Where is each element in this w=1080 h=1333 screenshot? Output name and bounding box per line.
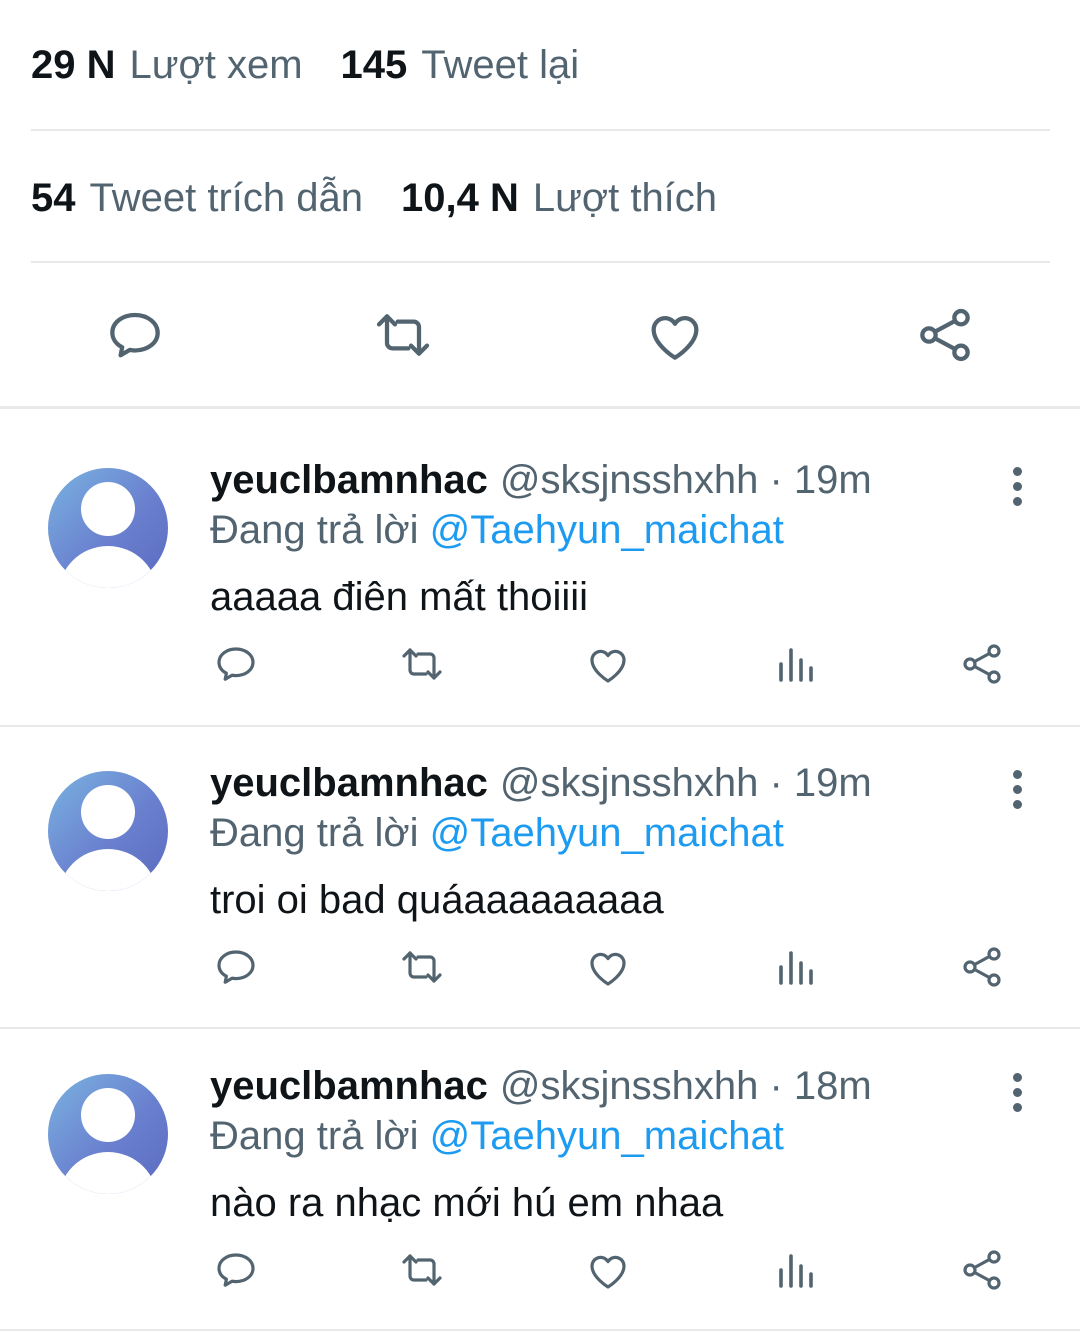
retweets-count[interactable]: 145	[341, 43, 408, 88]
like-icon	[651, 316, 699, 360]
reply-actions	[0, 1242, 1080, 1302]
retweet-button[interactable]	[368, 300, 438, 370]
tweet-text: nào ra nhạc mới hú em nhaa	[210, 1181, 724, 1225]
more-options-icon[interactable]	[1000, 456, 1034, 516]
reply-header: yeuclbamnhac @sksjnsshxhh · 19m	[210, 458, 872, 503]
share-button[interactable]	[910, 300, 980, 370]
replying-prefix: Đang trả lời	[210, 811, 419, 855]
analytics-icon	[779, 951, 813, 985]
analytics-icon	[779, 648, 813, 682]
avatar[interactable]	[48, 468, 168, 588]
display-name[interactable]: yeuclbamnhac	[210, 761, 488, 805]
reply-actions	[0, 939, 1080, 999]
divider	[31, 129, 1050, 131]
reply-button[interactable]	[208, 1242, 264, 1298]
reply-header: yeuclbamnhac @sksjnsshxhh · 18m	[210, 1064, 872, 1109]
stats-row-views-retweets: 29 N Lượt xem 145 Tweet lại	[31, 30, 617, 100]
replying-prefix: Đang trả lời	[210, 1114, 419, 1158]
retweet-icon	[376, 314, 430, 356]
reply-header: yeuclbamnhac @sksjnsshxhh · 19m	[210, 761, 872, 806]
stats-row-quotes-likes: 54 Tweet trích dẫn 10,4 N Lượt thích	[31, 163, 755, 233]
reply-tweet[interactable]: yeuclbamnhac @sksjnsshxhh · 18m Đang trả …	[0, 1014, 1080, 1314]
analytics-button[interactable]	[767, 636, 823, 692]
retweets-label[interactable]: Tweet lại	[421, 43, 579, 88]
quotes-label[interactable]: Tweet trích dẫn	[90, 176, 363, 221]
like-button[interactable]	[640, 300, 710, 370]
reply-button[interactable]	[208, 636, 264, 692]
retweet-button[interactable]	[394, 939, 450, 995]
avatar[interactable]	[48, 771, 168, 891]
retweet-icon	[402, 1254, 442, 1286]
like-button[interactable]	[580, 939, 636, 995]
retweet-button[interactable]	[394, 636, 450, 692]
reply-icon	[217, 647, 255, 681]
display-name[interactable]: yeuclbamnhac	[210, 1064, 488, 1108]
replying-to: Đang trả lời @Taehyun_maichat	[210, 1114, 784, 1159]
like-icon	[590, 1255, 626, 1289]
like-button[interactable]	[580, 1242, 636, 1298]
tweet-text: aaaaa điên mất thoiiii	[210, 575, 589, 619]
share-icon	[963, 644, 1001, 684]
display-name[interactable]: yeuclbamnhac	[210, 458, 488, 502]
reply-tweet[interactable]: yeuclbamnhac @sksjnsshxhh · 19m Đang trả …	[0, 711, 1080, 1011]
share-icon	[963, 947, 1001, 987]
reply-icon	[110, 312, 160, 358]
reply-divider	[0, 1329, 1080, 1331]
quotes-count[interactable]: 54	[31, 176, 76, 221]
likes-label[interactable]: Lượt thích	[533, 176, 717, 221]
replying-to: Đang trả lời @Taehyun_maichat	[210, 811, 784, 856]
more-options-icon[interactable]	[1000, 1062, 1034, 1122]
analytics-icon	[779, 1254, 813, 1288]
more-options-icon[interactable]	[1000, 759, 1034, 819]
like-icon	[590, 649, 626, 683]
reply-icon	[217, 1253, 255, 1287]
retweet-icon	[402, 648, 442, 680]
tweet-text: troi oi bad quáaaaaaaaaa	[210, 878, 664, 922]
share-icon	[963, 1250, 1001, 1290]
main-tweet-actions	[0, 290, 1080, 380]
handle-time: @sksjnsshxhh · 19m	[499, 458, 872, 502]
share-button[interactable]	[954, 636, 1010, 692]
reply-button[interactable]	[208, 939, 264, 995]
retweet-button[interactable]	[394, 1242, 450, 1298]
share-button[interactable]	[954, 1242, 1010, 1298]
reply-button[interactable]	[100, 300, 170, 370]
share-icon	[920, 308, 970, 362]
views-label: Lượt xem	[129, 42, 303, 87]
like-button[interactable]	[580, 636, 636, 692]
reply-icon	[217, 950, 255, 984]
divider	[31, 261, 1050, 263]
share-button[interactable]	[954, 939, 1010, 995]
handle-time: @sksjnsshxhh · 19m	[499, 761, 872, 805]
mention-link[interactable]: @Taehyun_maichat	[430, 1114, 784, 1158]
retweet-icon	[402, 951, 442, 983]
mention-link[interactable]: @Taehyun_maichat	[430, 508, 784, 552]
replying-to: Đang trả lời @Taehyun_maichat	[210, 508, 784, 553]
reply-actions	[0, 636, 1080, 696]
analytics-button[interactable]	[767, 939, 823, 995]
analytics-button[interactable]	[767, 1242, 823, 1298]
replying-prefix: Đang trả lời	[210, 508, 419, 552]
like-icon	[590, 952, 626, 986]
likes-count[interactable]: 10,4 N	[401, 176, 519, 221]
reply-tweet[interactable]: yeuclbamnhac @sksjnsshxhh · 19m Đang trả …	[0, 408, 1080, 708]
mention-link[interactable]: @Taehyun_maichat	[430, 811, 784, 855]
views-count: 29 N	[31, 42, 116, 87]
handle-time: @sksjnsshxhh · 18m	[499, 1064, 872, 1108]
avatar[interactable]	[48, 1074, 168, 1194]
